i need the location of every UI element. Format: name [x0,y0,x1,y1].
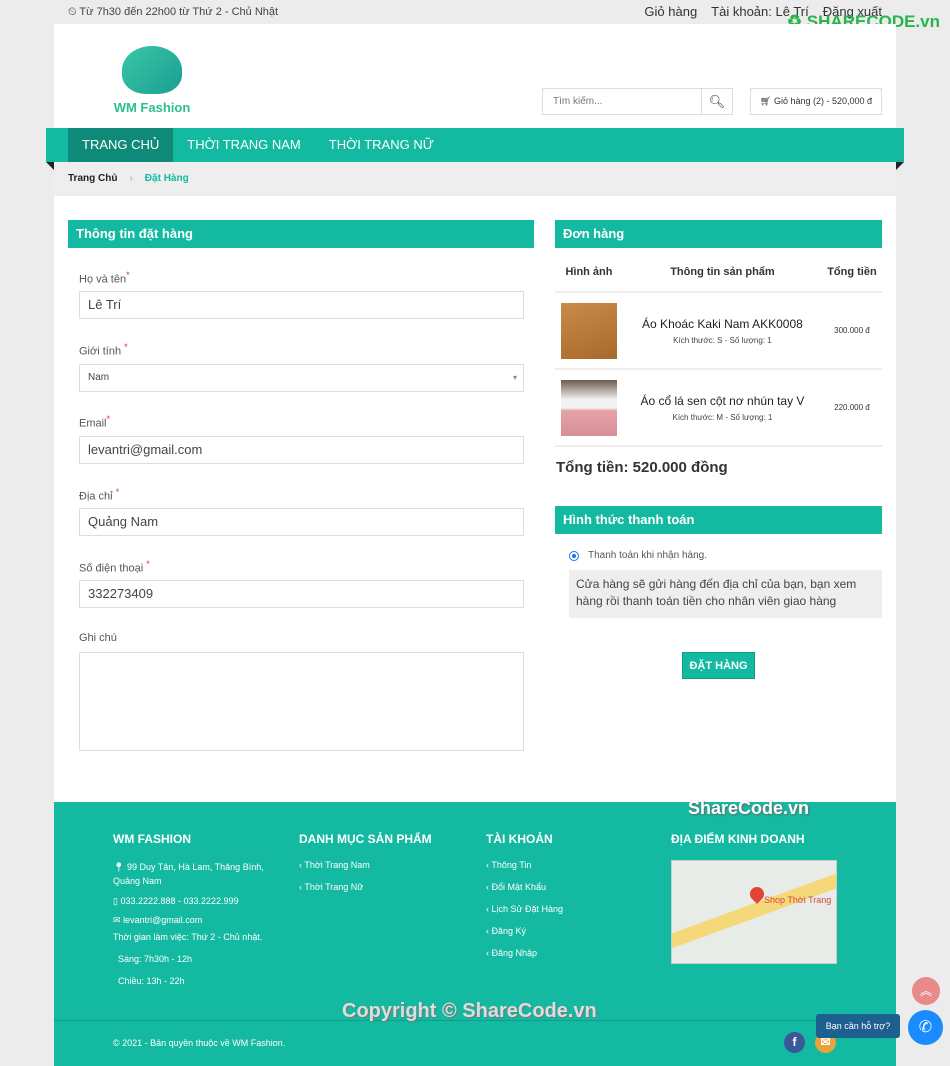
chevron-down-icon: ▾ [512,373,517,382]
cart-button[interactable]: 🛒︎ Giỏ hàng (2) - 520,000 đ [750,88,882,115]
col-total: Tổng tiền [821,252,882,293]
product-image[interactable] [560,379,617,436]
facebook-icon[interactable]: f [784,1032,805,1053]
payment-option-label: Thanh toán khi nhận hàng. [588,550,707,561]
product-name[interactable]: Áo cổ lá sen cột nơ nhún tay V [623,394,822,408]
note-label: Ghi chú [79,632,117,644]
order-title: Đơn hàng [555,220,882,248]
product-price: 220.000 đ [821,369,882,447]
payment-note: Cửa hàng sẽ gửi hàng đến địa chỉ của bạn… [569,570,882,618]
cart-link[interactable]: Giỏ hàng [644,4,697,19]
watermark-top: ShareCode.vn [688,798,810,818]
envelope-icon: ✉ [113,915,121,925]
footer-link-login[interactable]: ‹ Đăng Nhập [486,948,563,958]
address-field[interactable]: Quảng Nam [79,508,524,536]
map-label: Shop Thời Trang [764,895,832,905]
phone-label: Số điện thoại * [79,559,150,575]
footer-email[interactable]: levantri@gmail.com [123,915,202,925]
email-label: Email* [79,414,111,430]
breadcrumb-sep: › [129,173,133,184]
site-logo[interactable]: WM Fashion [112,46,192,118]
search-box: 🔍︎ [542,88,733,115]
cart-icon: 🛒︎ [759,96,772,106]
email-field[interactable]: levantri@gmail.com [79,436,524,464]
radio-selected[interactable] [569,550,579,561]
nav-home[interactable]: TRANG CHỦ [68,128,174,162]
order-table: Hình ảnh Thông tin sản phẩm Tổng tiền Áo K… [555,252,882,447]
logo-text: WM Fashion [113,100,191,115]
note-textarea[interactable] [79,652,524,751]
map-marker-icon: 📍︎ [113,862,125,872]
footer-location-title: ĐỊA ĐIỂM KINH DOANH [671,832,805,846]
watermark-copyright: Copyright © ShareCode.vn [342,1000,597,1022]
form-title: Thông tin đặt hàng [68,220,534,248]
cart-summary: Giỏ hàng (2) - 520,000 đ [773,96,873,106]
footer-link-register[interactable]: ‹ Đăng Ký [486,926,563,936]
gender-label: Giới tính * [79,342,128,358]
table-row: Áo Khoác Kaki Nam AKK0008 Kích thước: S -… [555,292,882,370]
product-meta: Kích thước: S - Số lượng: 1 [673,335,772,345]
payment-title: Hình thức thanh toán [555,506,882,534]
footer-phone: 033.2222.888 - 033.2222.999 [120,896,239,906]
nav-men[interactable]: THỜI TRANG NAM [173,128,314,162]
name-field[interactable]: Lê Trí [79,291,524,319]
name-label: Họ và tên* [79,270,130,286]
place-order-button[interactable]: ĐẶT HÀNG [682,652,755,679]
footer: WM FASHION 📍︎ 99 Duy Tân, Hà Lam, Thăng … [54,802,896,1066]
ribbon-fold [46,162,54,170]
product-price: 300.000 đ [821,292,882,370]
footer-categories-title: DANH MỤC SẢN PHẨM [299,832,432,846]
breadcrumb-home[interactable]: Trang Chủ [68,173,117,184]
footer-brand-title: WM FASHION [113,832,191,846]
footer-link-men[interactable]: ‹ Thời Trang Nam [299,860,432,870]
footer-account-title: TÀI KHOẢN [486,832,553,846]
support-tooltip[interactable]: Bạn cần hỗ trợ? [816,1014,900,1038]
footer-link-women[interactable]: ‹ Thời Trang Nữ [299,882,432,892]
nav-women[interactable]: THỜI TRANG NỮ [315,128,448,162]
footer-afternoon: Chiều: 13h - 22h [118,976,185,986]
logo-mark [122,46,182,94]
scroll-top-icon[interactable]: ︽ [912,977,940,1005]
col-info: Thông tin sản phẩm [622,252,822,293]
payment-option-cod[interactable]: Thanh toán khi nhận hàng. [569,550,707,561]
breadcrumb-current: Đặt Hàng [144,173,189,184]
phone-field[interactable]: 332273409 [79,580,524,608]
footer-morning: Sáng: 7h30h - 12h [118,954,193,964]
footer-hours: Thời gian làm việc: Thứ 2 - Chủ nhật. [113,932,263,942]
product-meta: Kích thước: M - Số lượng: 1 [672,412,773,422]
gender-select[interactable]: Nam ▾ [79,364,524,392]
gender-value: Nam [88,372,110,383]
ribbon-fold [896,162,904,170]
footer-copyright: © 2021 - Bản quyền thuộc về WM Fashion. [113,1038,286,1048]
location-map[interactable]: Shop Thời Trang [671,860,837,964]
product-image[interactable] [560,302,617,359]
order-total: Tổng tiền: 520.000 đồng [556,459,728,476]
breadcrumb: Trang Chủ › Đặt Hàng [54,162,896,196]
footer-link-history[interactable]: ‹ Lịch Sử Đặt Hàng [486,904,563,914]
product-name[interactable]: Áo Khoác Kaki Nam AKK0008 [623,317,822,331]
search-input[interactable] [543,89,701,114]
footer-link-password[interactable]: ‹ Đổi Mật Khẩu [486,882,563,892]
col-image: Hình ảnh [555,252,623,293]
messenger-icon[interactable]: ✆ [908,1010,943,1045]
table-row: Áo cổ lá sen cột nơ nhún tay V Kích thước… [555,369,882,447]
footer-address: 99 Duy Tân, Hà Lam, Thăng Bình, Quảng Na… [113,862,264,886]
opening-hours: ⏲ Từ 7h30 đến 22h00 từ Thứ 2 - Chủ Nhật [68,6,279,18]
main-nav: TRANG CHỦ THỜI TRANG NAM THỜI TRANG NỮ [46,128,904,162]
footer-link-info[interactable]: ‹ Thông Tin [486,860,563,870]
address-label: Địa chỉ * [79,487,120,503]
phone-icon: ▯ [113,896,118,906]
search-icon[interactable]: 🔍︎ [701,89,732,114]
